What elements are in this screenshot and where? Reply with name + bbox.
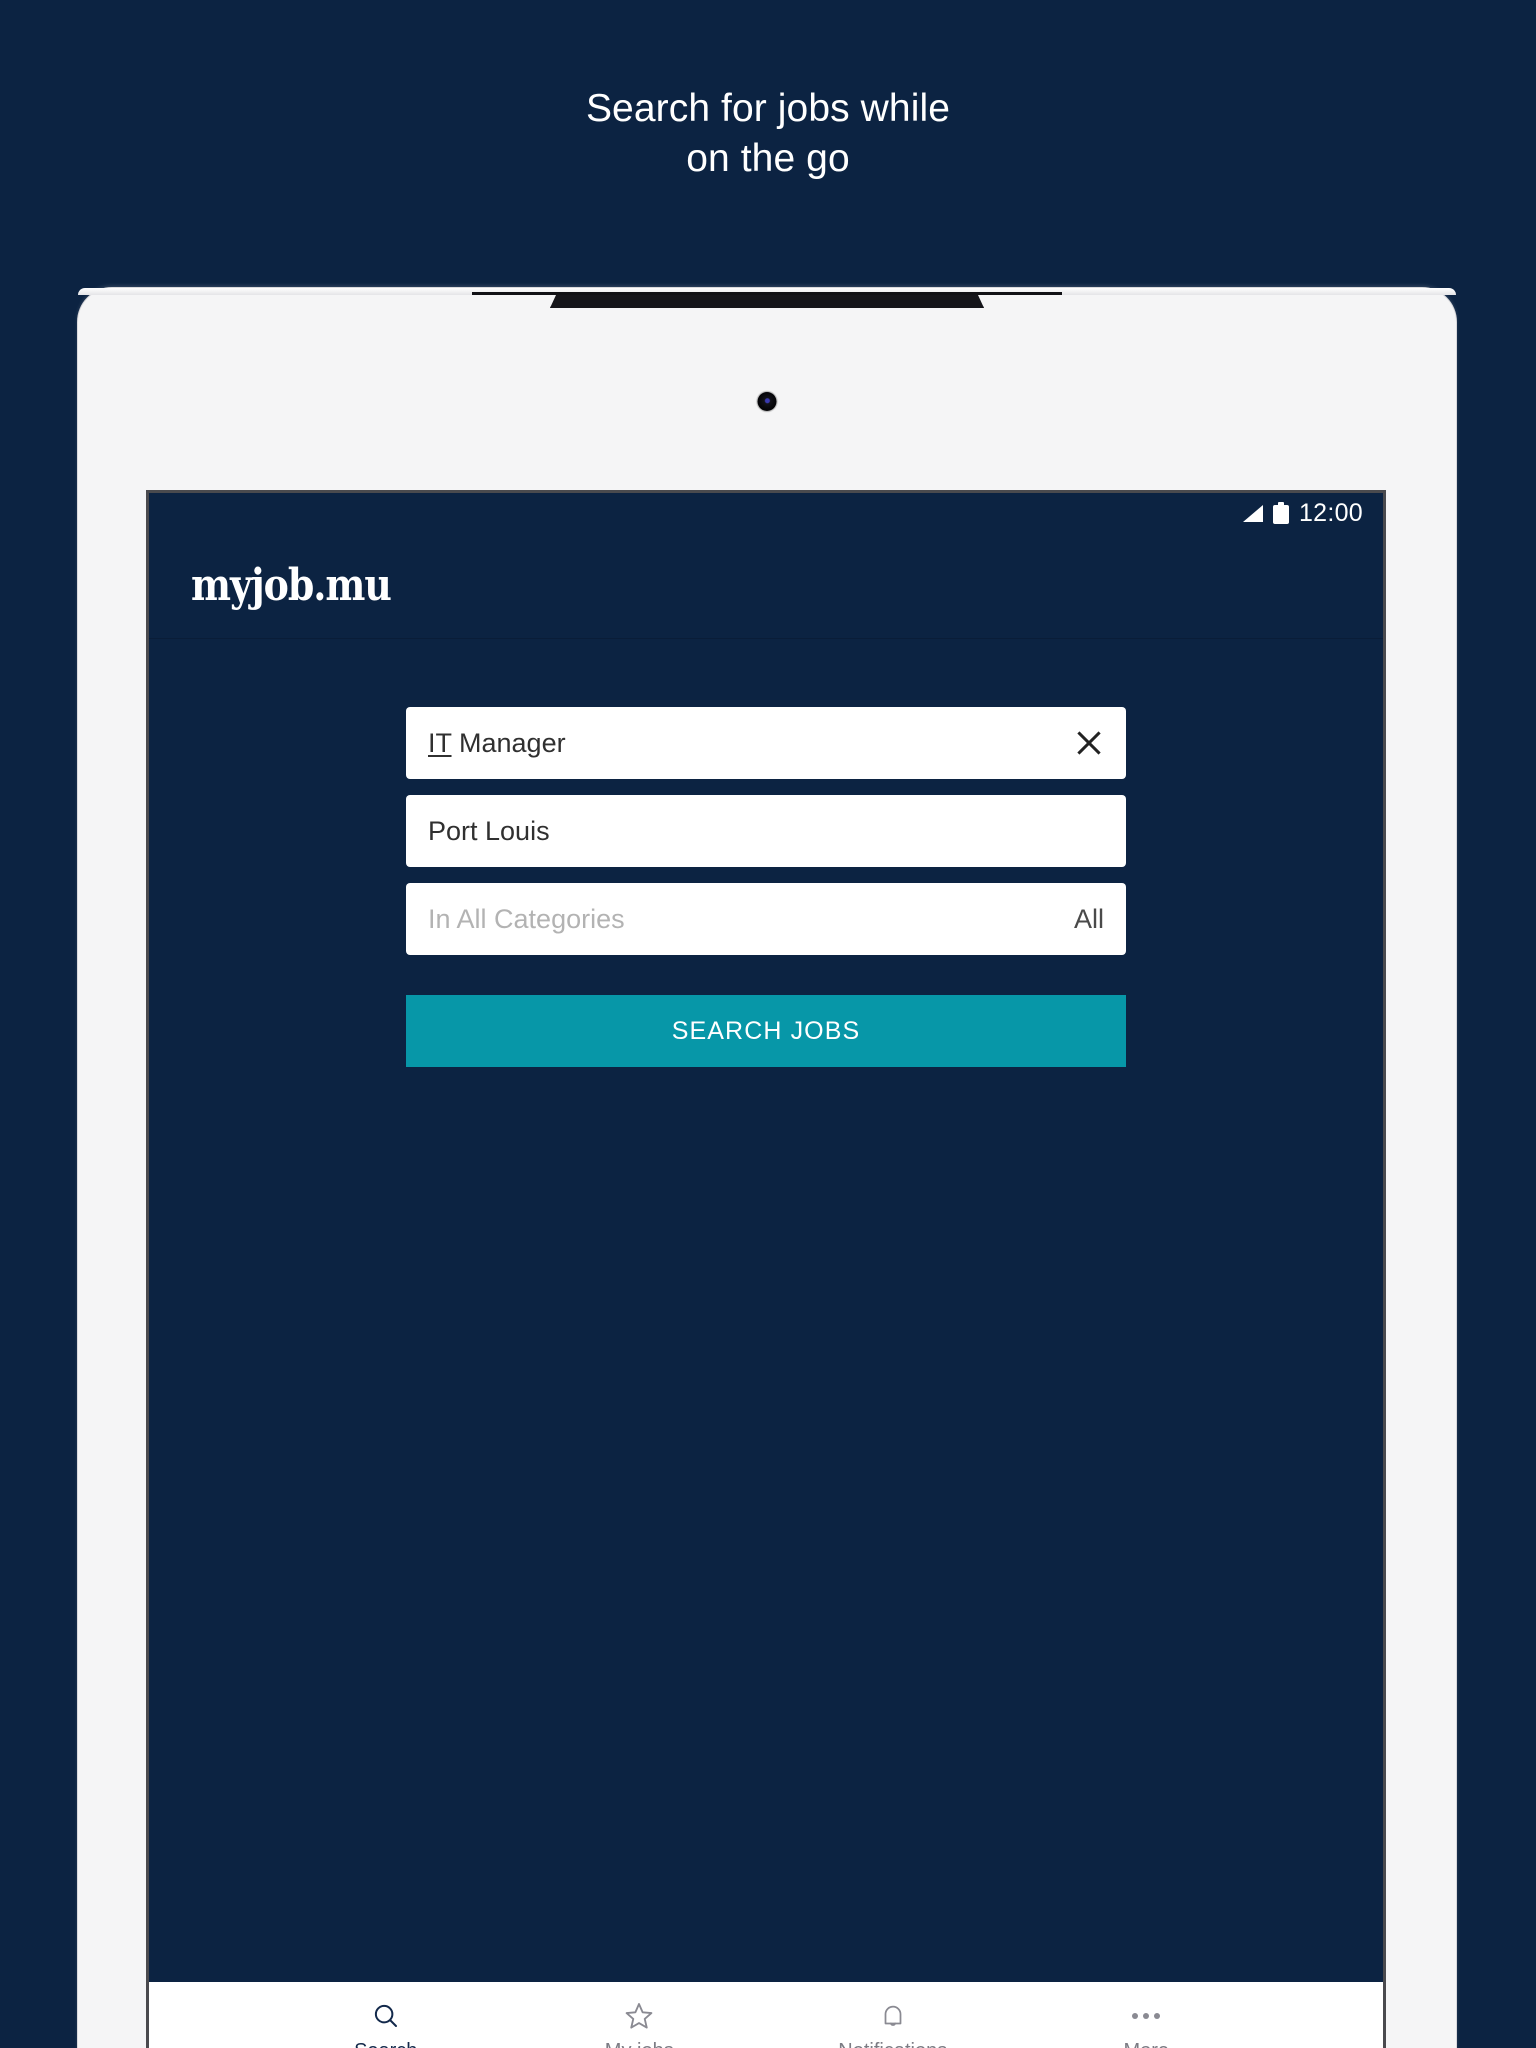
headline-line-1: Search for jobs while [585, 87, 951, 130]
headline-line-2: on the go [686, 136, 850, 180]
bottom-navigation: Search My jobs [149, 1982, 1383, 2048]
app-header: myjob.mu [149, 533, 1383, 639]
job-search-form: IT Manager Port Louis In All Categories … [406, 707, 1126, 1067]
keyword-misspelled-token: IT [428, 727, 452, 758]
nav-label-search: Search [354, 2041, 417, 2048]
battery-full-icon [1272, 502, 1289, 524]
nav-label-more: More [1123, 2041, 1169, 2048]
location-input[interactable]: Port Louis [406, 795, 1126, 867]
nav-item-notifications[interactable]: Notifications [766, 1982, 1020, 2048]
tablet-device: 12:00 myjob.mu IT Manager Port Louis In … [78, 288, 1456, 2048]
location-input-value: Port Louis [428, 815, 550, 846]
front-camera-icon [757, 392, 777, 411]
promo-screenshot: Search for jobs while on the go 12:00 my… [0, 0, 1536, 2048]
nav-item-my-jobs[interactable]: My jobs [513, 1982, 767, 2048]
promo-headline: Search for jobs while on the go [0, 84, 1536, 184]
category-placeholder: In All Categories [428, 903, 625, 934]
category-selected-value: All [1073, 903, 1104, 934]
star-icon [623, 2000, 655, 2032]
keyword-input-value: IT Manager [428, 727, 566, 758]
signal-bars-icon [1241, 504, 1263, 522]
nav-item-search[interactable]: Search [259, 1982, 513, 2048]
nav-label-notifications: Notifications [838, 2041, 947, 2048]
speaker-grille-icon [472, 292, 1062, 308]
app-content: IT Manager Port Louis In All Categories … [149, 639, 1383, 1067]
nav-item-more[interactable]: More [1020, 1982, 1274, 2048]
bell-icon [878, 2000, 908, 2032]
device-screen: 12:00 myjob.mu IT Manager Port Louis In … [146, 490, 1386, 2048]
search-jobs-button[interactable]: SEARCH JOBS [406, 995, 1126, 1067]
brand-logo[interactable]: myjob.mu [191, 563, 392, 608]
keyword-value-rest: Manager [451, 727, 566, 758]
status-bar: 12:00 [149, 493, 1383, 533]
nav-label-my-jobs: My jobs [605, 2041, 674, 2048]
status-bar-clock: 12:00 [1298, 498, 1363, 527]
clear-x-icon[interactable] [1074, 728, 1104, 758]
category-select[interactable]: In All Categories All [406, 883, 1126, 955]
search-icon [371, 2000, 401, 2032]
keyword-input[interactable]: IT Manager [406, 707, 1126, 779]
more-dots-icon [1132, 2000, 1161, 2032]
